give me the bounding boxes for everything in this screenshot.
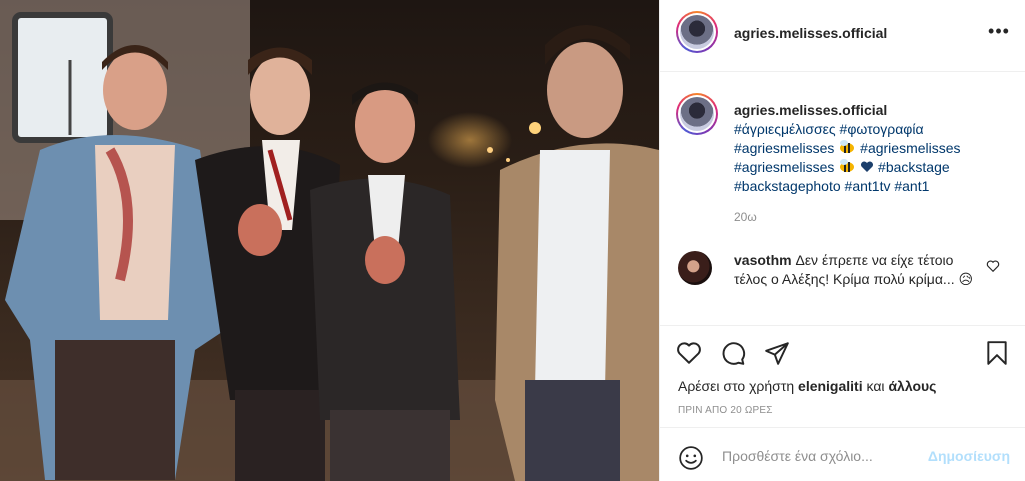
share-icon[interactable]: [764, 340, 790, 366]
comment-emoji: 😥: [958, 271, 974, 287]
more-horizontal-icon[interactable]: •••: [988, 22, 1010, 44]
hashtag-link[interactable]: #backstagephoto: [734, 178, 841, 194]
emoji-smile-icon[interactable]: [678, 445, 704, 471]
hashtag-link[interactable]: #agriesmelisses: [860, 140, 960, 156]
post-username[interactable]: agries.melisses.official: [734, 25, 887, 41]
post-timestamp[interactable]: ΠΡΙΝ ΑΠΟ 20 ΩΡΕΣ: [678, 405, 773, 416]
hashtag-link[interactable]: #ant1: [894, 178, 929, 194]
add-comment-bar: Δημοσίευση: [660, 427, 1025, 481]
caption-hashtags: #άγριεςμέλισσες #φωτογραφία #agriesmelis…: [734, 120, 1004, 196]
heart-icon[interactable]: [676, 340, 702, 366]
post-photo[interactable]: [0, 0, 659, 481]
hashtag-link[interactable]: #άγριεςμέλισσες: [734, 121, 836, 137]
post-caption: agries.melisses.official #άγριεςμέλισσες…: [660, 73, 1025, 249]
comment-icon[interactable]: [720, 340, 746, 366]
hashtag-link[interactable]: #agriesmelisses: [734, 159, 834, 175]
likes-others-link[interactable]: άλλους: [888, 378, 936, 394]
avatar[interactable]: [676, 11, 718, 53]
post-sidebar: agries.melisses.official ••• agries.meli…: [659, 0, 1025, 481]
likes-user-link[interactable]: elenigaliti: [798, 378, 863, 394]
photo-illustration: [0, 0, 659, 481]
comment-avatar[interactable]: [678, 251, 712, 285]
hashtag-link[interactable]: #backstage: [878, 159, 950, 175]
comment-username[interactable]: vasothm: [734, 252, 792, 268]
caption-avatar[interactable]: [676, 93, 718, 135]
likes-and: και: [866, 378, 885, 394]
bookmark-icon[interactable]: [984, 340, 1010, 366]
likes-summary: Αρέσει στο χρήστη elenigaliti και άλλους: [678, 378, 936, 394]
hashtag-link[interactable]: #φωτογραφία: [840, 121, 924, 137]
caption-time[interactable]: 20ω: [734, 210, 757, 224]
blue-heart-emoji-icon: [861, 161, 874, 172]
comment-like-icon[interactable]: [986, 259, 1000, 273]
comment-input[interactable]: [722, 445, 922, 467]
caption-username[interactable]: agries.melisses.official: [734, 101, 1004, 120]
comment-item: vasothm Δεν έπρεπε να είχε τέτοιο τέλος …: [660, 249, 1025, 324]
post-comment-button[interactable]: Δημοσίευση: [928, 448, 1010, 464]
hashtag-link[interactable]: #ant1tv: [845, 178, 891, 194]
post-header: agries.melisses.official •••: [660, 0, 1025, 72]
hashtag-link[interactable]: #agriesmelisses: [734, 140, 834, 156]
bee-emoji-icon: [840, 159, 855, 172]
bee-emoji-icon: [840, 140, 855, 153]
likes-prefix: Αρέσει στο χρήστη: [678, 378, 795, 394]
